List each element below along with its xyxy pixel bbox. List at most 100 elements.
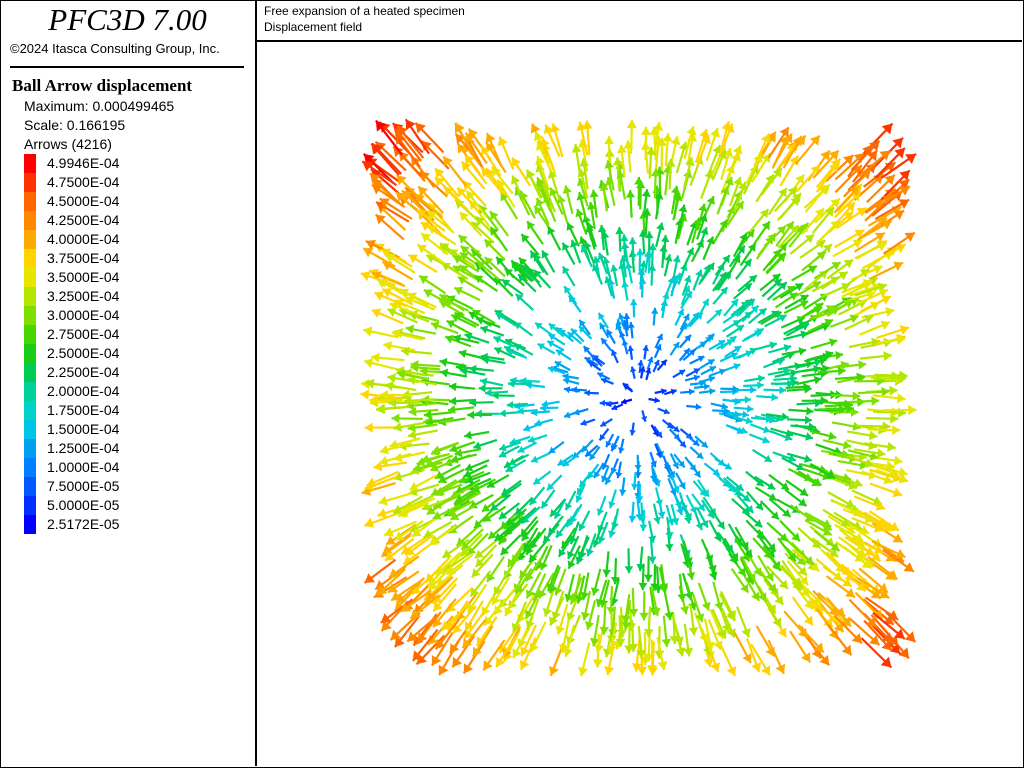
displacement-arrow-head [550, 123, 560, 132]
displacement-arrow-head [704, 383, 710, 390]
displacement-arrow-head [653, 517, 661, 524]
displacement-arrow-head [689, 389, 695, 396]
displacement-arrow-head [689, 627, 699, 635]
colorbar-swatch [24, 382, 36, 401]
displacement-arrow-head [779, 386, 786, 394]
colorbar-tick-label: 5.0000E-05 [47, 496, 119, 515]
displacement-arrow-head [651, 308, 658, 314]
displacement-arrow-head [771, 393, 778, 401]
displacement-arrow-head [842, 645, 852, 655]
displacement-arrow-head [885, 307, 894, 317]
displacement-arrow-head [604, 136, 614, 144]
colorbar-tick-label: 4.0000E-04 [47, 230, 119, 249]
displacement-arrow-head [664, 254, 672, 261]
displacement-arrow-head [659, 245, 667, 252]
displacement-arrow-head [363, 326, 372, 336]
colorbar-swatch [24, 496, 36, 515]
colorbar-swatch [24, 401, 36, 420]
displacement-arrow-head [676, 647, 686, 656]
colorbar-swatch [24, 458, 36, 477]
colorbar-swatch [24, 477, 36, 496]
displacement-arrow-head [679, 205, 688, 213]
colorbar-tick-label: 2.7500E-04 [47, 325, 119, 344]
colorbar-tick-label: 3.0000E-04 [47, 306, 119, 325]
displacement-arrow-head [757, 381, 764, 389]
displacement-arrow-head [381, 613, 392, 623]
displacement-arrow-head [608, 530, 616, 537]
displacement-arrow-head [814, 376, 822, 385]
displacement-arrow-head [661, 235, 669, 242]
colorbar-tick-label: 2.5000E-04 [47, 344, 119, 363]
displacement-arrow-head [905, 154, 916, 164]
plot-title: Free expansion of a heated specimen [264, 4, 465, 18]
displacement-arrow-head [806, 407, 813, 416]
displacement-arrow-head [661, 639, 671, 647]
colorbar-swatch [24, 211, 36, 230]
colorbar-swatch [24, 173, 36, 192]
displacement-arrow-head [507, 401, 514, 409]
displacement-arrow-head [898, 467, 907, 477]
displacement-arrow-head [747, 405, 754, 413]
displacement-arrow-head [585, 621, 594, 630]
plot-subtitle: Displacement field [264, 20, 362, 34]
displacement-arrow-head [593, 659, 603, 667]
colorbar-swatch [24, 344, 36, 363]
displacement-arrow-head [600, 400, 605, 407]
colorbar-tick-label: 3.2500E-04 [47, 287, 119, 306]
displacement-arrow-head [656, 223, 664, 231]
displacement-arrow-head [625, 566, 634, 573]
displacement-arrow-head [769, 341, 776, 349]
displacement-arrow-head [383, 341, 392, 351]
displacement-arrow-head [578, 667, 588, 676]
displacement-arrow-head [626, 190, 635, 198]
displacement-arrow-head [485, 389, 492, 397]
displacement-arrow-head [820, 151, 829, 161]
colorbar-swatch [24, 154, 36, 173]
displacement-arrow-head [642, 189, 651, 197]
displacement-arrow-head [628, 322, 635, 328]
displacement-arrow-head [602, 569, 611, 576]
displacement-arrow-head [805, 416, 812, 425]
displacement-arrow-head [871, 396, 879, 406]
displacement-arrow-head [387, 373, 396, 383]
colorbar-tick-label: 4.2500E-04 [47, 211, 119, 230]
displacement-arrow-head [602, 257, 610, 264]
displacement-arrow-head [392, 414, 400, 424]
displacement-arrow-head [658, 661, 668, 670]
displacement-arrow-head [479, 384, 486, 392]
displacement-arrow-head [380, 445, 389, 455]
colorbar-tick-label: 3.5000E-04 [47, 268, 119, 287]
displacement-arrow-head [598, 225, 607, 232]
displacement-arrow-head [629, 516, 637, 523]
colorbar-swatch [24, 230, 36, 249]
displacement-arrow-head [563, 186, 572, 194]
colorbar-swatch [24, 268, 36, 287]
displacement-arrow-head [908, 405, 916, 415]
displacement-arrow-head [858, 360, 866, 369]
displacement-arrow-head [805, 432, 813, 440]
displacement-arrow-head [619, 489, 626, 495]
displacement-arrow-head [687, 572, 696, 580]
displacement-arrow-head [639, 613, 648, 621]
displacement-arrow-head [449, 382, 457, 391]
divider [10, 66, 244, 68]
displacement-arrow-head [648, 667, 658, 675]
displacement-arrow-head [635, 465, 642, 471]
colorbar-tick-label: 2.0000E-04 [47, 382, 119, 401]
displacement-arrow-head [897, 393, 906, 403]
colorbar-tick-label: 1.5000E-04 [47, 420, 119, 439]
colorbar-swatch [24, 515, 36, 534]
legend-scale: Scale: 0.166195 [24, 117, 125, 133]
displacement-arrow-head [591, 587, 600, 595]
plot-area[interactable] [257, 42, 1022, 766]
displacement-arrow-head [889, 386, 897, 396]
displacement-field [257, 42, 1022, 766]
displacement-arrow-head [639, 583, 648, 590]
displacement-arrow-head [821, 396, 828, 405]
displacement-arrow-head [804, 616, 813, 626]
displacement-arrow-head [644, 575, 653, 582]
displacement-arrow-head [698, 204, 707, 212]
displacement-arrow-head [637, 667, 647, 675]
displacement-arrow-head [722, 121, 732, 130]
displacement-arrow-head [750, 386, 756, 394]
